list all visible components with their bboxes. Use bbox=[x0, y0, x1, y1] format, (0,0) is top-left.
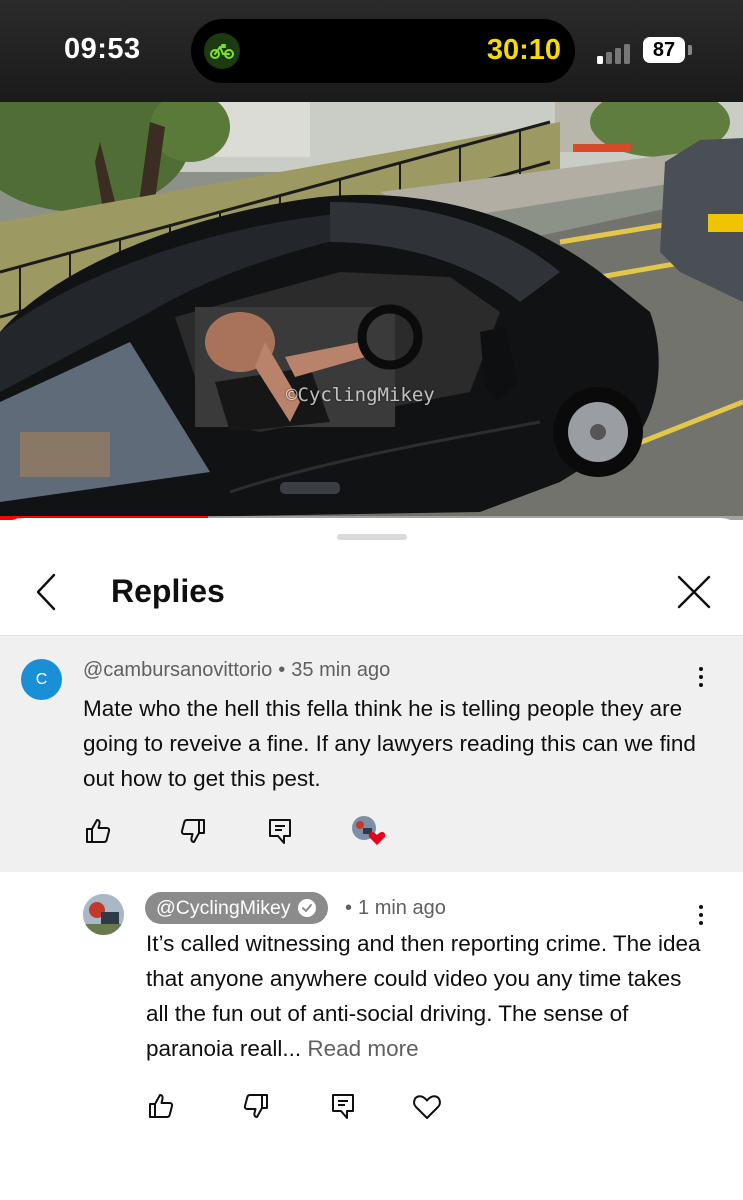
dislike-button[interactable] bbox=[241, 1091, 271, 1121]
comment-actions bbox=[83, 816, 403, 850]
reply-author: @CyclingMikey bbox=[156, 896, 291, 919]
video-watermark: ©CyclingMikey bbox=[286, 384, 435, 406]
cellular-signal-icon bbox=[597, 42, 633, 64]
dynamic-island[interactable]: 30:10 bbox=[191, 19, 575, 83]
status-time: 09:53 bbox=[64, 33, 141, 65]
reply-meta: • 1 min ago bbox=[345, 897, 446, 920]
dislike-icon bbox=[180, 819, 205, 843]
comment-meta: @cambursanovittorio • 35 min ago bbox=[83, 659, 390, 682]
signal-bar bbox=[597, 56, 603, 64]
more-dot bbox=[699, 683, 703, 687]
like-icon bbox=[86, 819, 111, 843]
heart-icon bbox=[413, 1095, 441, 1119]
like-button[interactable] bbox=[146, 1091, 176, 1121]
reply-actions bbox=[146, 1091, 466, 1125]
meta-separator: • bbox=[345, 897, 353, 919]
reply-time: 1 min ago bbox=[358, 897, 446, 919]
avatar[interactable]: C bbox=[21, 659, 62, 700]
creator-heart-icon bbox=[352, 816, 386, 845]
reply-button[interactable] bbox=[328, 1091, 358, 1121]
like-icon bbox=[149, 1094, 174, 1118]
reply-button[interactable] bbox=[265, 816, 295, 846]
signal-bar bbox=[615, 48, 621, 64]
dislike-button[interactable] bbox=[178, 816, 208, 846]
sheet-drag-handle[interactable] bbox=[337, 534, 407, 540]
comment-author[interactable]: @cambursanovittorio bbox=[83, 659, 272, 681]
more-dot bbox=[699, 921, 703, 925]
parent-comment: C @cambursanovittorio • 35 min ago Mate wh… bbox=[0, 635, 743, 872]
comment-text: Mate who the hell this fella think he is… bbox=[83, 696, 696, 791]
signal-bar bbox=[624, 44, 630, 64]
video-player[interactable]: ©CyclingMikey bbox=[0, 102, 743, 520]
more-dot bbox=[699, 667, 703, 671]
activity-timer: 30:10 bbox=[486, 34, 561, 66]
sheet-title: Replies bbox=[111, 573, 225, 609]
meta-separator: • bbox=[278, 659, 286, 681]
comment-time: 35 min ago bbox=[291, 659, 391, 681]
reply-text: It’s called witnessing and then reportin… bbox=[146, 926, 706, 1066]
status-bar: 09:53 30:10 87 bbox=[0, 0, 743, 102]
heart-button[interactable] bbox=[412, 1091, 442, 1121]
verified-check-icon bbox=[297, 899, 316, 917]
like-button[interactable] bbox=[83, 816, 113, 846]
reply-author-badge[interactable]: @CyclingMikey bbox=[145, 892, 328, 924]
dislike-icon bbox=[243, 1094, 268, 1118]
battery-tip bbox=[688, 45, 692, 55]
reply-avatar-image bbox=[83, 894, 124, 935]
comment-more-button[interactable] bbox=[691, 662, 711, 692]
close-button[interactable] bbox=[672, 570, 716, 614]
more-dot bbox=[699, 913, 703, 917]
creator-heart-badge bbox=[349, 816, 389, 846]
replies-sheet: Replies C @cambursanovittorio • 35 min ago… bbox=[0, 518, 743, 1200]
chevron-left-icon bbox=[36, 573, 56, 611]
cycling-icon bbox=[204, 33, 240, 69]
reply-icon bbox=[332, 1094, 354, 1119]
signal-bar bbox=[606, 52, 612, 64]
close-icon bbox=[677, 575, 711, 609]
reply-body: It’s called witnessing and then reportin… bbox=[146, 931, 701, 1061]
reply-icon bbox=[269, 819, 291, 844]
read-more-link[interactable]: Read more bbox=[307, 1036, 418, 1061]
more-dot bbox=[699, 675, 703, 679]
back-button[interactable] bbox=[28, 570, 64, 614]
avatar[interactable] bbox=[83, 894, 124, 935]
more-dot bbox=[699, 905, 703, 909]
video-frame bbox=[0, 102, 743, 520]
battery-icon: 87 bbox=[643, 37, 685, 63]
